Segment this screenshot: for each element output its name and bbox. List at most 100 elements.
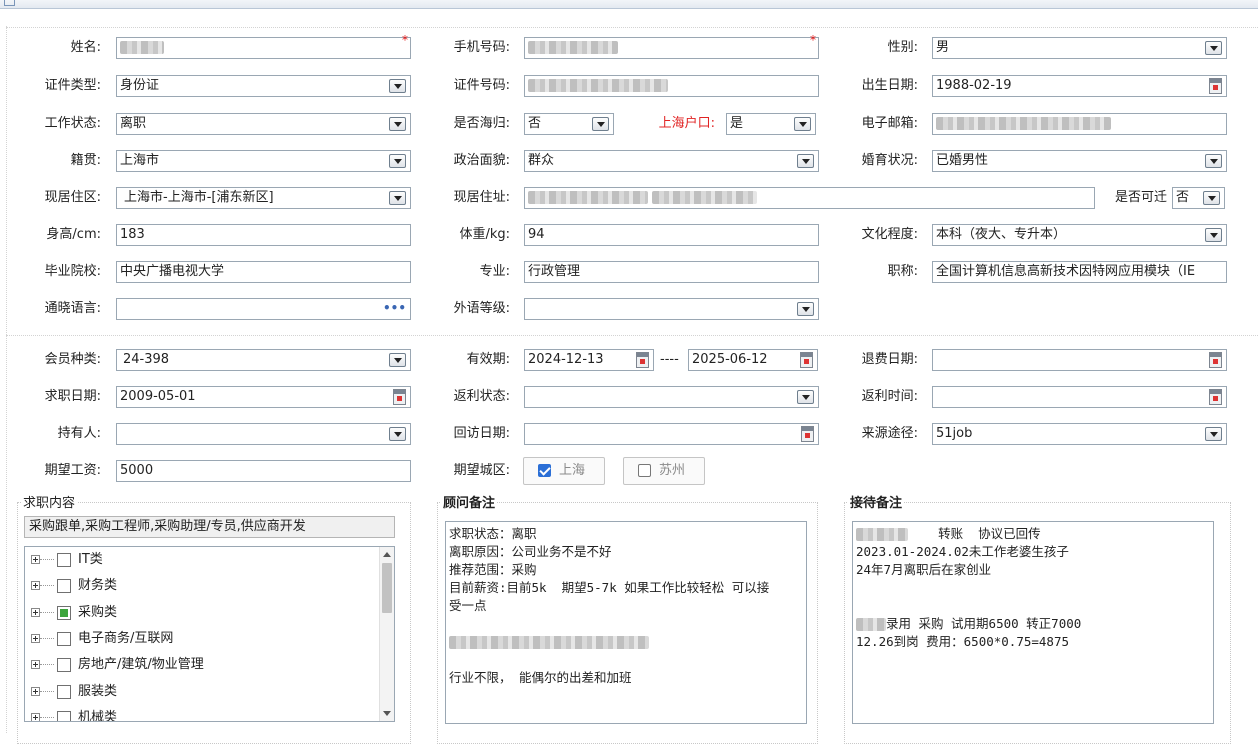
expand-icon[interactable] [31,634,40,643]
city-option-shanghai[interactable]: 上海 [523,457,605,485]
name-field[interactable]: * [116,33,411,59]
chevron-down-icon[interactable] [389,427,406,441]
note-line [856,597,1210,615]
note-line: 求职状态：离职 [449,526,537,541]
height-field[interactable]: 183 [116,224,411,246]
chevron-down-icon[interactable] [592,117,609,131]
city-option-suzhou[interactable]: 苏州 [623,457,705,485]
expand-icon[interactable] [31,687,40,696]
chevron-down-icon[interactable] [1205,41,1222,55]
education-select[interactable]: 本科（夜大、专升本） [932,224,1227,246]
note-line [449,615,803,633]
chevron-down-icon[interactable] [797,302,814,316]
expected-salary-field[interactable]: 5000 [116,460,411,482]
top-divider [6,27,1258,28]
rebate-time-field[interactable] [932,386,1227,408]
chevron-down-icon[interactable] [797,390,814,404]
holder-select[interactable] [116,423,411,445]
category-tree[interactable]: IT类 财务类 采购类 电子商务/互联网 房地产/建筑/物业管理 服装类 机械类 [24,546,395,722]
checkbox-icon[interactable] [57,711,71,721]
expand-icon[interactable] [31,581,40,590]
valid-to-field[interactable]: 2025-06-12 [688,349,818,371]
residence-area-select[interactable]: 上海市-上海市-[浦东新区] [116,187,411,209]
checkbox-partial-icon[interactable] [57,606,71,620]
followup-date-field[interactable] [524,423,819,445]
chevron-down-icon[interactable] [389,191,406,205]
overseas-return-select[interactable]: 否 [524,113,614,135]
foreign-level-select[interactable] [524,298,819,320]
refund-date-label: 退费日期: [861,352,918,367]
valid-from-field[interactable]: 2024-12-13 [524,349,654,371]
birth-date-field[interactable]: 1988-02-19 [932,75,1227,97]
chevron-down-icon[interactable] [389,154,406,168]
checkbox-icon[interactable] [638,464,651,477]
more-icon[interactable]: ••• [383,299,406,317]
rebate-status-select[interactable] [524,386,819,408]
expand-icon[interactable] [31,660,40,669]
note-text: 转账 协议已回传 [938,526,1041,541]
political-status-select[interactable]: 群众 [524,150,819,172]
school-field[interactable]: 中央广播电视大学 [116,261,411,283]
calendar-icon[interactable] [393,389,406,405]
chevron-down-icon[interactable] [797,154,814,168]
chevron-down-icon[interactable] [1205,228,1222,242]
required-mark: * [402,33,408,47]
title-field[interactable]: 全国计算机信息高新技术因特网应用模块（IE [932,261,1227,283]
refund-date-field[interactable] [932,349,1227,371]
reception-notes-textarea[interactable]: 转账 协议已回传 2023.01-2024.02未工作老婆生孩子 24年7月离职… [852,521,1214,724]
chevron-down-icon[interactable] [1205,154,1222,168]
email-field[interactable] [932,113,1227,135]
checkbox-icon[interactable] [57,685,71,699]
school-label: 毕业院校: [44,264,101,279]
checkbox-icon[interactable] [57,579,71,593]
calendar-icon[interactable] [800,352,813,368]
calendar-icon[interactable] [1209,389,1222,405]
scroll-up-icon[interactable] [383,552,391,557]
id-type-select[interactable]: 身份证 [116,75,411,97]
political-status-value: 群众 [528,153,555,168]
checkbox-icon[interactable] [57,658,71,672]
weight-field[interactable]: 94 [524,224,819,246]
expand-icon[interactable] [31,713,40,721]
chevron-down-icon[interactable] [389,353,406,367]
native-place-select[interactable]: 上海市 [116,150,411,172]
scroll-thumb[interactable] [382,563,392,613]
member-type-select[interactable]: 24-398 [116,349,411,371]
foreign-level-label: 外语等级: [453,301,510,316]
chevron-down-icon[interactable] [389,117,406,131]
chevron-down-icon[interactable] [794,117,811,131]
tree-scrollbar[interactable] [379,547,394,721]
checkbox-icon[interactable] [57,553,71,567]
tree-item-label: 服装类 [78,684,118,699]
relocatable-select[interactable]: 否 [1172,187,1225,209]
work-status-select[interactable]: 离职 [116,113,411,135]
expected-city-label: 期望城区: [453,463,510,478]
scroll-down-icon[interactable] [383,711,391,716]
consultant-notes-textarea[interactable]: 求职状态：离职 离职原因：公司业务不是不好 推荐范围：采购 目前薪资:目前5k … [445,521,807,724]
calendar-icon[interactable] [636,352,649,368]
calendar-icon[interactable] [1209,352,1222,368]
id-number-field[interactable] [524,75,819,97]
expand-icon[interactable] [31,555,40,564]
chevron-down-icon[interactable] [1203,191,1220,205]
checkbox-icon[interactable] [57,632,71,646]
expand-icon[interactable] [31,608,40,617]
phone-field[interactable]: * [524,33,819,59]
chevron-down-icon[interactable] [389,79,406,93]
languages-field[interactable]: ••• [116,298,411,320]
calendar-icon[interactable] [801,426,814,442]
source-select[interactable]: 51job [932,423,1227,445]
calendar-icon[interactable] [1209,78,1222,94]
gender-select[interactable]: 男 [932,37,1227,59]
address-field[interactable] [524,187,1095,209]
marital-status-select[interactable]: 已婚男性 [932,150,1227,172]
job-seek-date-field[interactable]: 2009-05-01 [116,386,411,408]
native-place-value: 上海市 [120,153,160,168]
checkbox-checked-icon[interactable] [538,464,551,477]
tree-item-label: 采购类 [78,605,118,620]
tree-item-label: 财务类 [78,578,118,593]
major-field[interactable]: 行政管理 [524,261,819,283]
shanghai-hukou-select[interactable]: 是 [726,113,816,135]
note-line [449,651,803,669]
chevron-down-icon[interactable] [1205,427,1222,441]
